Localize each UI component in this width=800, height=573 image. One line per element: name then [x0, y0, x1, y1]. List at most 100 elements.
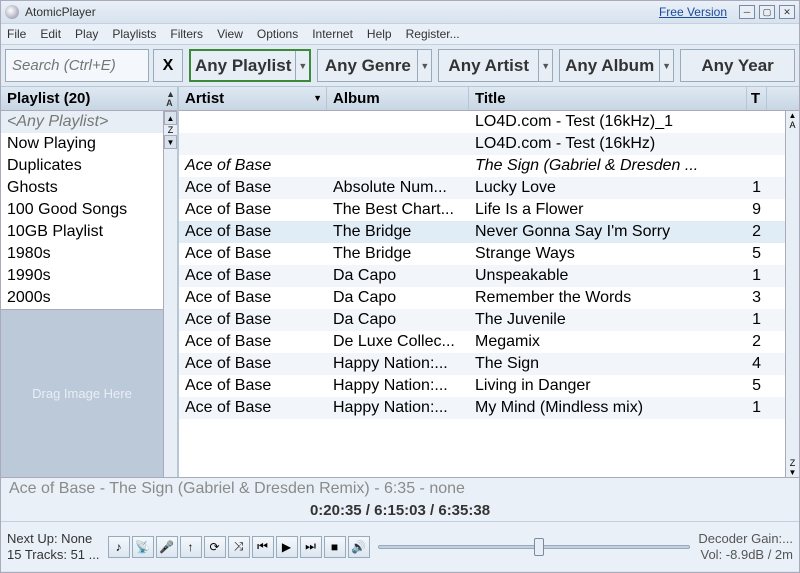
- free-version-link[interactable]: Free Version: [659, 5, 727, 19]
- scroll-up-icon[interactable]: ▲: [786, 111, 799, 120]
- repeat-icon[interactable]: ⟳: [204, 536, 226, 558]
- table-row[interactable]: Ace of BaseHappy Nation:...Living in Dan…: [179, 375, 785, 397]
- sidebar-item-10gb[interactable]: 10GB Playlist: [1, 221, 163, 243]
- app-icon: [5, 5, 19, 19]
- table-row[interactable]: Ace of BaseDa CapoThe Juvenile1: [179, 309, 785, 331]
- filter-year[interactable]: Any Year: [680, 49, 795, 82]
- scroll-up-icon[interactable]: ▲: [164, 111, 177, 125]
- chevron-down-icon[interactable]: ▼: [538, 50, 552, 81]
- menu-playlists[interactable]: Playlists: [112, 27, 156, 41]
- cell-track: 2: [747, 331, 767, 353]
- cell-artist: Ace of Base: [179, 243, 327, 265]
- col-artist[interactable]: Artist ▼: [179, 87, 327, 110]
- cell-album: Happy Nation:...: [327, 397, 469, 419]
- table-row[interactable]: Ace of BaseDa CapoUnspeakable1: [179, 265, 785, 287]
- sidebar-item-duplicates[interactable]: Duplicates: [1, 155, 163, 177]
- scroll-down-icon[interactable]: ▼: [786, 468, 799, 477]
- note-icon[interactable]: ♪: [108, 536, 130, 558]
- sidebar-scrollbar[interactable]: ▲ Z ▼: [163, 111, 177, 477]
- window-title: AtomicPlayer: [25, 5, 96, 19]
- filter-genre-label[interactable]: Any Genre: [318, 50, 417, 81]
- table-row[interactable]: Ace of BaseThe Sign (Gabriel & Dresden .…: [179, 155, 785, 177]
- menu-options[interactable]: Options: [257, 27, 298, 41]
- maximize-button[interactable]: ▢: [759, 5, 775, 19]
- control-buttons: ♪ 📡 🎤 ↑ ⟳ ⤨ ⏮ ▶ ⏭ ■ 🔊: [108, 536, 370, 558]
- minimize-button[interactable]: ─: [739, 5, 755, 19]
- volume-icon[interactable]: 🔊: [348, 536, 370, 558]
- cell-artist: Ace of Base: [179, 309, 327, 331]
- next-button[interactable]: ⏭: [300, 536, 322, 558]
- cell-title: Unspeakable: [469, 265, 747, 287]
- table-row[interactable]: Ace of BaseHappy Nation:...The Sign4: [179, 353, 785, 375]
- table-row[interactable]: Ace of BaseDa CapoRemember the Words3: [179, 287, 785, 309]
- sidebar-item-nowplaying[interactable]: Now Playing: [1, 133, 163, 155]
- filter-playlist[interactable]: Any Playlist ▼: [189, 49, 311, 82]
- table-row[interactable]: Ace of BaseDe Luxe Collec...Megamix2: [179, 331, 785, 353]
- tracks-scrollbar[interactable]: ▲ A Z ▼: [785, 111, 799, 477]
- slider-thumb[interactable]: [534, 538, 544, 556]
- shuffle-icon[interactable]: ⤨: [228, 536, 250, 558]
- filter-year-label[interactable]: Any Year: [681, 50, 794, 81]
- menu-edit[interactable]: Edit: [40, 27, 61, 41]
- menu-internet[interactable]: Internet: [312, 27, 353, 41]
- sidebar-item-1980s[interactable]: 1980s: [1, 243, 163, 265]
- close-button[interactable]: ✕: [779, 5, 795, 19]
- playlist-list: <Any Playlist> Now Playing Duplicates Gh…: [1, 111, 163, 310]
- menu-play[interactable]: Play: [75, 27, 98, 41]
- filter-artist-label[interactable]: Any Artist: [439, 50, 538, 81]
- table-row[interactable]: Ace of BaseThe BridgeStrange Ways5: [179, 243, 785, 265]
- menu-view[interactable]: View: [217, 27, 243, 41]
- search-input[interactable]: [5, 49, 149, 82]
- scroll-down-icon[interactable]: ▼: [164, 135, 177, 149]
- cell-track: 1: [747, 309, 767, 331]
- menu-help[interactable]: Help: [367, 27, 392, 41]
- chevron-down-icon[interactable]: ▼: [659, 50, 673, 81]
- search-clear-button[interactable]: X: [153, 49, 183, 82]
- mic-icon[interactable]: 🎤: [156, 536, 178, 558]
- cell-album: Happy Nation:...: [327, 353, 469, 375]
- table-row[interactable]: Ace of BaseAbsolute Num...Lucky Love1: [179, 177, 785, 199]
- sidebar-item-1990s[interactable]: 1990s: [1, 265, 163, 287]
- sidebar-item-100good[interactable]: 100 Good Songs: [1, 199, 163, 221]
- filter-playlist-label[interactable]: Any Playlist: [191, 51, 295, 80]
- col-t[interactable]: T: [747, 87, 767, 110]
- table-row[interactable]: Ace of BaseThe Best Chart...Life Is a Fl…: [179, 199, 785, 221]
- cell-title: Megamix: [469, 331, 747, 353]
- table-row[interactable]: LO4D.com - Test (16kHz): [179, 133, 785, 155]
- cell-artist: Ace of Base: [179, 155, 327, 177]
- sidebar-item-ghosts[interactable]: Ghosts: [1, 177, 163, 199]
- filter-album-label[interactable]: Any Album: [560, 50, 659, 81]
- table-row[interactable]: LO4D.com - Test (16kHz)_1: [179, 111, 785, 133]
- cell-track: [747, 133, 767, 155]
- cell-track: [747, 155, 767, 177]
- sidebar-item-any[interactable]: <Any Playlist>: [1, 111, 163, 133]
- cell-title: Never Gonna Say I'm Sorry: [469, 221, 747, 243]
- play-button[interactable]: ▶: [276, 536, 298, 558]
- chevron-down-icon[interactable]: ▼: [417, 50, 431, 81]
- up-arrow-icon[interactable]: ↑: [180, 536, 202, 558]
- sidebar-header[interactable]: Playlist (20) ▲A: [1, 87, 177, 111]
- stop-button[interactable]: ■: [324, 536, 346, 558]
- prev-button[interactable]: ⏮: [252, 536, 274, 558]
- filter-artist[interactable]: Any Artist ▼: [438, 49, 553, 82]
- sidebar-item-2000s[interactable]: 2000s: [1, 287, 163, 309]
- chevron-down-icon[interactable]: ▼: [295, 51, 309, 80]
- cell-artist: Ace of Base: [179, 331, 327, 353]
- cell-title: Remember the Words: [469, 287, 747, 309]
- menu-filters[interactable]: Filters: [170, 27, 203, 41]
- table-row[interactable]: Ace of BaseThe BridgeNever Gonna Say I'm…: [179, 221, 785, 243]
- cell-artist: Ace of Base: [179, 177, 327, 199]
- col-album[interactable]: Album: [327, 87, 469, 110]
- filter-album[interactable]: Any Album ▼: [559, 49, 674, 82]
- album-art-dropzone[interactable]: Drag Image Here: [1, 310, 163, 477]
- filter-genre[interactable]: Any Genre ▼: [317, 49, 432, 82]
- table-row[interactable]: Ace of BaseHappy Nation:...My Mind (Mind…: [179, 397, 785, 419]
- menu-register[interactable]: Register...: [406, 27, 460, 41]
- cell-artist: Ace of Base: [179, 353, 327, 375]
- broadcast-icon[interactable]: 📡: [132, 536, 154, 558]
- col-title[interactable]: Title: [469, 87, 747, 110]
- seek-slider[interactable]: [378, 539, 691, 555]
- cell-artist: [179, 133, 327, 155]
- cell-title: The Juvenile: [469, 309, 747, 331]
- menu-file[interactable]: File: [7, 27, 26, 41]
